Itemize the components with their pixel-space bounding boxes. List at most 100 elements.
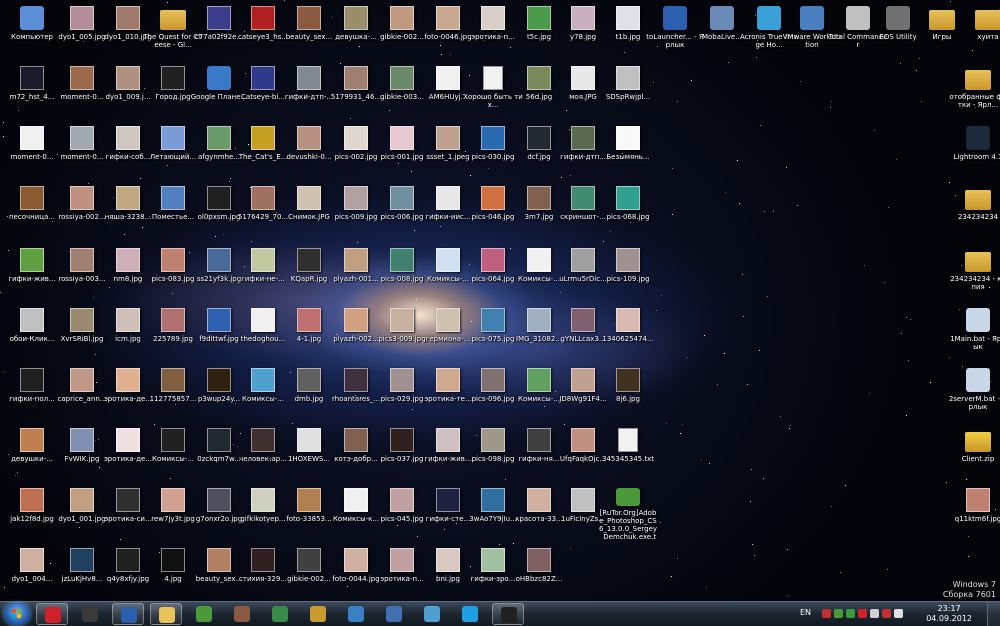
app-icon xyxy=(663,6,687,30)
star xyxy=(570,548,572,550)
taskbar-button-media-player[interactable] xyxy=(74,603,106,625)
desktop-icon[interactable]: SDSpRwjpl... xyxy=(598,62,658,118)
star xyxy=(790,424,792,426)
taskbar-button-file-explorer[interactable] xyxy=(150,603,182,625)
volume-icon[interactable] xyxy=(894,609,903,618)
image-thumbnail-icon xyxy=(161,368,185,392)
taskbar-button-printer[interactable] xyxy=(378,603,410,625)
desktop-icon[interactable]: Lightroom 4.1 xyxy=(948,122,1000,178)
security-icon[interactable] xyxy=(846,609,855,618)
image-thumbnail-icon xyxy=(116,186,140,210)
image-thumbnail-icon xyxy=(344,66,368,90)
image-thumbnail-icon xyxy=(527,308,551,332)
console-icon xyxy=(501,607,517,623)
desktop-icon[interactable]: [RuTor.Org]Adobe_Photoshop_CS6_13.0.0_Se… xyxy=(598,484,658,540)
taskbar-button-download-manager[interactable] xyxy=(340,603,372,625)
taskbar-button-photo-viewer[interactable] xyxy=(226,603,258,625)
desktop-icon[interactable]: 1Main.bat - Ярлык xyxy=(948,304,1000,360)
image-thumbnail-icon xyxy=(527,6,551,30)
desktop-icon[interactable]: pics-068.jpg xyxy=(598,182,658,238)
app-icon xyxy=(966,308,990,332)
desktop-icon[interactable]: oHBbzc82Z... xyxy=(509,544,569,600)
image-thumbnail-icon xyxy=(571,368,595,392)
desktop-icon-label: [RuTor.Org]Adobe_Photoshop_CS6_13.0.0_Se… xyxy=(598,509,658,540)
image-thumbnail-icon xyxy=(390,186,414,210)
image-thumbnail-icon xyxy=(20,186,44,210)
image-thumbnail-icon xyxy=(70,126,94,150)
image-thumbnail-icon xyxy=(616,6,640,30)
app-icon xyxy=(757,6,781,30)
image-thumbnail-icon xyxy=(161,548,185,572)
desktop-icon[interactable]: q11ktm6f.jpg xyxy=(948,484,1000,540)
star xyxy=(670,576,672,578)
opera-tray-icon[interactable] xyxy=(858,609,867,618)
image-thumbnail-icon xyxy=(344,126,368,150)
flag-icon[interactable] xyxy=(870,609,879,618)
star xyxy=(753,554,755,556)
star xyxy=(743,316,745,318)
star xyxy=(766,295,768,297)
desktop-icon[interactable]: 234234234 xyxy=(948,182,1000,238)
image-thumbnail-icon xyxy=(344,428,368,452)
star xyxy=(906,316,908,318)
desktop-icon[interactable]: 2serverM.bat - Ярлык xyxy=(948,364,1000,420)
desktop-icon[interactable]: 234234234 - копия xyxy=(948,244,1000,300)
image-thumbnail-icon xyxy=(251,488,275,512)
image-thumbnail-icon xyxy=(207,308,231,332)
desktop[interactable]: Компьютер dyo1_005.jpg dyo1_010.jpg The Que… xyxy=(0,0,1000,601)
image-thumbnail-icon xyxy=(251,368,275,392)
taskbar-button-network-tool[interactable] xyxy=(264,603,296,625)
download-manager-icon xyxy=(348,606,364,622)
taskbar-button-skype[interactable] xyxy=(454,603,486,625)
desktop-icon[interactable]: хуита xyxy=(958,2,1000,58)
skype-icon xyxy=(462,606,478,622)
desktop-icon-label: 1340625474... xyxy=(602,335,654,343)
star xyxy=(787,548,789,550)
image-thumbnail-icon xyxy=(251,66,275,90)
star xyxy=(888,206,890,208)
taskbar-button-console[interactable] xyxy=(492,603,524,625)
taskbar-button-opera-browser[interactable] xyxy=(36,603,68,625)
image-thumbnail-icon xyxy=(390,428,414,452)
star xyxy=(787,594,789,596)
network-tool-icon xyxy=(272,606,288,622)
star xyxy=(660,521,662,523)
language-indicator[interactable]: EN xyxy=(800,608,811,617)
image-thumbnail-icon xyxy=(20,368,44,392)
folder-icon xyxy=(160,10,186,30)
desktop-icon[interactable]: 345345345.txt xyxy=(598,424,658,480)
desktop-icon[interactable]: отобранные фотки - Ярл... xyxy=(948,62,1000,118)
image-thumbnail-icon xyxy=(161,308,185,332)
image-thumbnail-icon xyxy=(70,6,94,30)
desktop-icon[interactable]: Client.zip xyxy=(948,424,1000,480)
alert-icon[interactable] xyxy=(882,609,891,618)
image-thumbnail-icon xyxy=(207,368,231,392)
desktop-icon-label: Client.zip xyxy=(961,455,995,463)
clock[interactable]: 23:17 04.09.2012 xyxy=(926,604,972,624)
document-icon xyxy=(483,66,503,90)
star xyxy=(738,202,740,204)
taskbar-button-utorrent[interactable] xyxy=(188,603,220,625)
taskbar-button-notepad[interactable] xyxy=(416,603,448,625)
app-icon xyxy=(966,368,990,392)
taskbar-button-tolauncher[interactable] xyxy=(112,603,144,625)
star xyxy=(919,57,921,59)
taskbar-button-excel-chart[interactable] xyxy=(302,603,334,625)
desktop-icon[interactable]: 8j6.jpg xyxy=(598,364,658,420)
star xyxy=(830,101,832,103)
network-icon[interactable] xyxy=(822,609,831,618)
utorrent-tray-icon[interactable] xyxy=(834,609,843,618)
show-desktop-button[interactable] xyxy=(987,602,1000,626)
desktop-icon[interactable]: pics-109.jpg xyxy=(598,244,658,300)
system-tray: EN 23:17 04.09.2012 xyxy=(780,602,1000,626)
star xyxy=(671,168,673,170)
desktop-icon[interactable]: 1340625474... xyxy=(598,304,658,360)
image-thumbnail-icon xyxy=(116,126,140,150)
image-thumbnail-icon xyxy=(481,308,505,332)
start-button[interactable] xyxy=(4,603,30,625)
image-thumbnail-icon xyxy=(251,308,275,332)
desktop-icon[interactable]: Безымянь... xyxy=(598,122,658,178)
star xyxy=(708,463,710,465)
desktop-icon-label: 234234234 - копия xyxy=(950,275,1000,291)
desktop-icon-label: SDSpRwjpl... xyxy=(605,93,651,101)
